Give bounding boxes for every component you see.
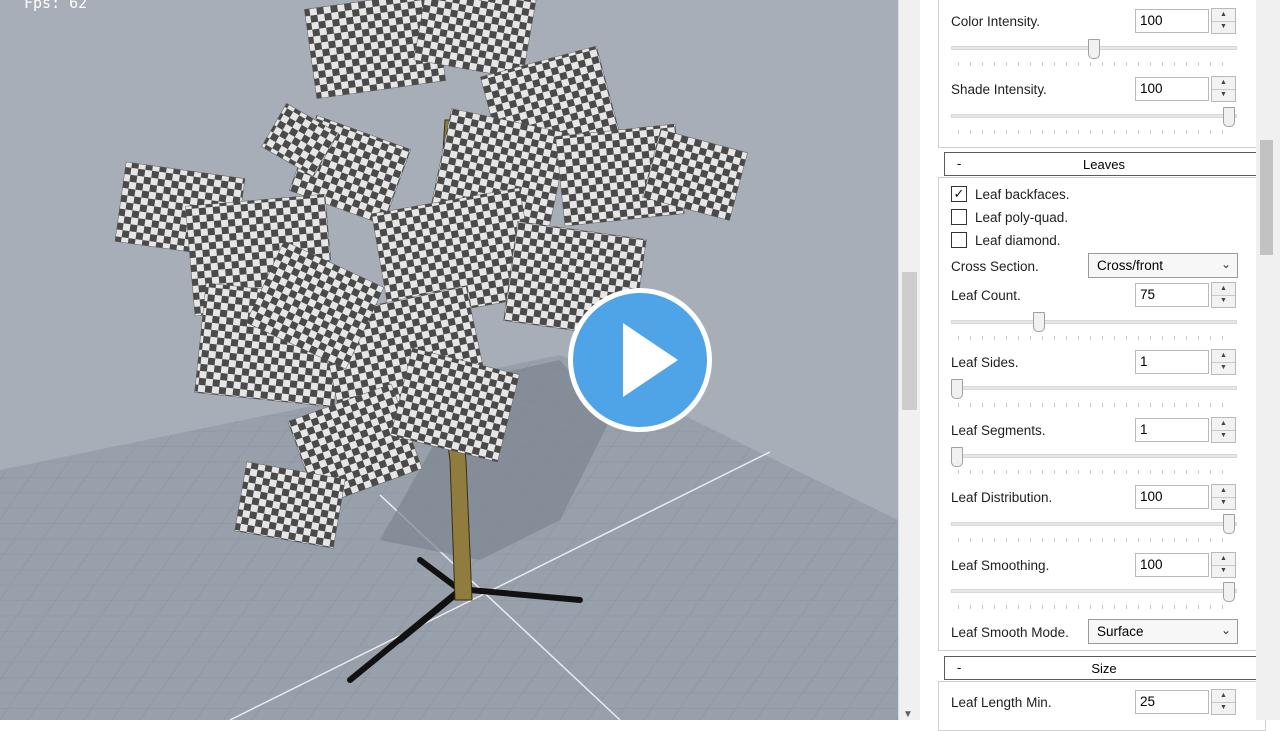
- size-section-header[interactable]: - Size: [944, 656, 1264, 680]
- slider-ticks: [958, 62, 1230, 66]
- leaf-length-min-label: Leaf Length Min.: [951, 695, 1052, 710]
- leaf-distribution-slider-thumb[interactable]: [1223, 514, 1235, 534]
- leaf-backfaces-label: Leaf backfaces.: [975, 187, 1070, 202]
- leaf-segments-label: Leaf Segments.: [951, 423, 1046, 438]
- leaf-count-spinner[interactable]: ▲ ▼: [1211, 282, 1236, 308]
- panel-scrollbar[interactable]: [1256, 0, 1280, 720]
- color-intensity-slider-thumb[interactable]: [1088, 39, 1100, 59]
- leaf-smooth-mode-label: Leaf Smooth Mode.: [951, 625, 1069, 640]
- cross-section-dropdown[interactable]: Cross/front ⌄: [1088, 253, 1238, 278]
- spin-down-icon[interactable]: ▼: [1212, 702, 1235, 714]
- leaf-smoothing-slider-thumb[interactable]: [1223, 582, 1235, 602]
- leaf-count-slider[interactable]: [951, 320, 1237, 324]
- leaf-diamond-checkbox[interactable]: [951, 232, 967, 248]
- leaf-length-min-input[interactable]: 25: [1135, 690, 1209, 714]
- leaves-section-title: Leaves: [1083, 157, 1125, 172]
- leaf-segments-slider[interactable]: [951, 454, 1237, 458]
- slider-ticks: [958, 336, 1230, 340]
- leaf-poly-quad-checkbox[interactable]: [951, 209, 967, 225]
- color-intensity-label: Color Intensity.: [951, 14, 1041, 29]
- leaf-backfaces-checkbox[interactable]: ✓: [951, 186, 967, 202]
- leaf-sides-spinner[interactable]: ▲ ▼: [1211, 349, 1236, 375]
- slider-ticks: [958, 470, 1230, 474]
- leaf-sides-slider-thumb[interactable]: [951, 379, 963, 399]
- panel-scrollbar-thumb[interactable]: [1260, 140, 1273, 255]
- leaf-count-label: Leaf Count.: [951, 288, 1021, 303]
- cross-section-value: Cross/front: [1097, 258, 1164, 273]
- leaf-count-slider-thumb[interactable]: [1033, 312, 1045, 332]
- leaf-distribution-slider[interactable]: [951, 522, 1237, 526]
- leaf-smoothing-slider[interactable]: [951, 589, 1237, 593]
- color-intensity-input[interactable]: 100: [1135, 9, 1209, 33]
- leaf-distribution-spinner[interactable]: ▲ ▼: [1211, 484, 1236, 510]
- shade-intensity-slider-thumb[interactable]: [1223, 107, 1235, 127]
- leaf-smoothing-label: Leaf Smoothing.: [951, 558, 1050, 573]
- spin-down-icon[interactable]: ▼: [1212, 362, 1235, 374]
- play-video-button[interactable]: [568, 288, 712, 432]
- viewport-scrollbar[interactable]: ▼: [898, 0, 920, 720]
- shade-intensity-spinner[interactable]: ▲ ▼: [1211, 76, 1236, 102]
- leaf-count-input[interactable]: 75: [1135, 283, 1209, 307]
- chevron-down-icon: ⌄: [1220, 257, 1231, 271]
- shade-intensity-slider[interactable]: [951, 114, 1237, 118]
- 3d-viewport[interactable]: Fps: 62: [0, 0, 898, 720]
- leaf-smoothing-input[interactable]: 100: [1135, 553, 1209, 577]
- leaf-distribution-label: Leaf Distribution.: [951, 490, 1053, 505]
- leaf-poly-quad-label: Leaf poly-quad.: [975, 210, 1069, 225]
- slider-ticks: [958, 130, 1230, 134]
- slider-ticks: [958, 538, 1230, 542]
- leaf-smoothing-spinner[interactable]: ▲ ▼: [1211, 552, 1236, 578]
- leaf-sides-slider[interactable]: [951, 386, 1237, 390]
- leaf-smooth-mode-value: Surface: [1097, 624, 1144, 639]
- shade-intensity-label: Shade Intensity.: [951, 82, 1047, 97]
- scene-render: [0, 0, 898, 720]
- spin-down-icon[interactable]: ▼: [1212, 295, 1235, 307]
- leaf-segments-input[interactable]: 1: [1135, 418, 1209, 442]
- play-icon: [623, 323, 678, 397]
- leaf-distribution-input[interactable]: 100: [1135, 485, 1209, 509]
- spin-down-icon[interactable]: ▼: [1212, 430, 1235, 442]
- leaf-smooth-mode-dropdown[interactable]: Surface ⌄: [1088, 619, 1238, 644]
- size-section-title: Size: [1091, 661, 1117, 676]
- scrollbar-thumb[interactable]: [902, 272, 917, 410]
- color-intensity-spinner[interactable]: ▲ ▼: [1211, 8, 1236, 34]
- leaf-segments-slider-thumb[interactable]: [951, 447, 963, 467]
- spin-down-icon[interactable]: ▼: [1212, 21, 1235, 33]
- leaves-section-header[interactable]: - Leaves: [944, 152, 1264, 176]
- cross-section-label: Cross Section.: [951, 259, 1039, 274]
- shade-intensity-input[interactable]: 100: [1135, 77, 1209, 101]
- scroll-down-arrow-icon[interactable]: ▼: [903, 709, 913, 720]
- properties-panel: Color Intensity. 100 ▲ ▼ Shade Intensity.…: [920, 0, 1272, 731]
- leaf-sides-input[interactable]: 1: [1135, 350, 1209, 374]
- fps-counter: Fps: 62: [24, 0, 88, 12]
- leaves-group: [938, 177, 1266, 651]
- chevron-down-icon: ⌄: [1220, 623, 1231, 637]
- leaf-diamond-label: Leaf diamond.: [975, 233, 1061, 248]
- spin-down-icon[interactable]: ▼: [1212, 89, 1235, 101]
- leaf-segments-spinner[interactable]: ▲ ▼: [1211, 417, 1236, 443]
- slider-ticks: [958, 403, 1230, 407]
- leaf-sides-label: Leaf Sides.: [951, 355, 1019, 370]
- spin-down-icon[interactable]: ▼: [1212, 565, 1235, 577]
- spin-down-icon[interactable]: ▼: [1212, 497, 1235, 509]
- leaf-length-min-spinner[interactable]: ▲ ▼: [1211, 689, 1236, 715]
- slider-ticks: [958, 605, 1230, 609]
